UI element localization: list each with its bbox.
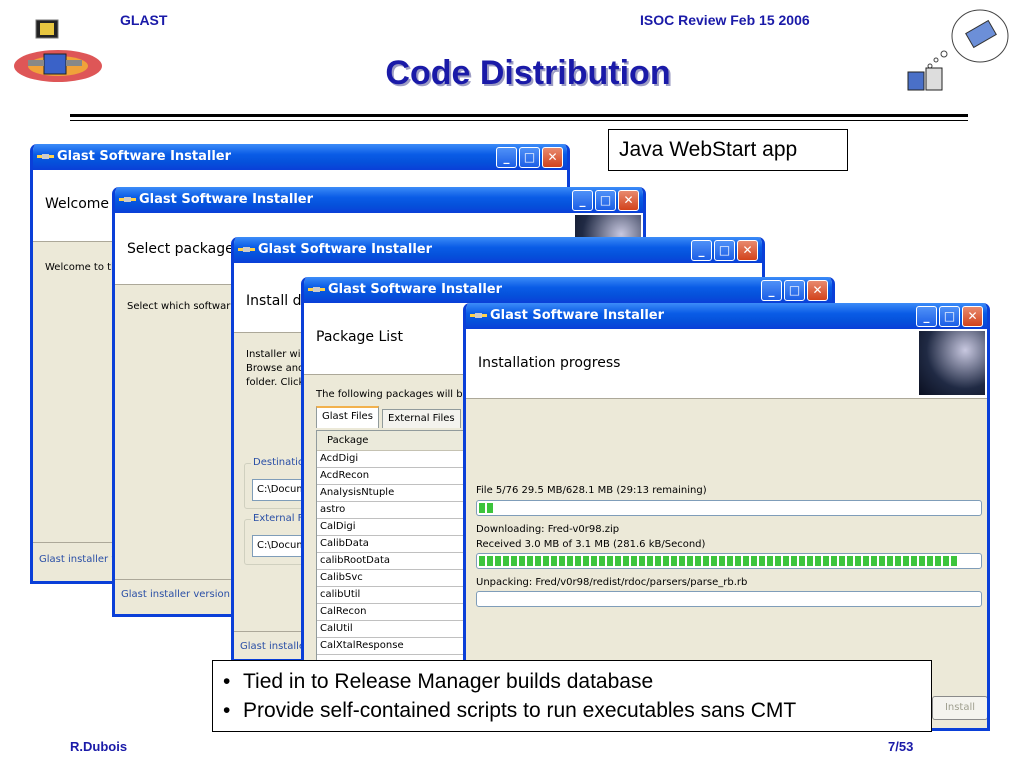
minimize-button[interactable]: _: [691, 240, 712, 261]
window-titlebar[interactable]: Glast Software Installer _ □ ✕: [466, 303, 987, 329]
download-progress-fill: [479, 556, 959, 566]
maximize-button[interactable]: □: [714, 240, 735, 261]
destination-legend: Destinatic: [251, 457, 306, 468]
close-button[interactable]: ✕: [618, 190, 639, 211]
close-button[interactable]: ✕: [807, 280, 828, 301]
glast-software-logo: [907, 9, 1009, 91]
window-title: Glast Software Installer: [139, 192, 314, 207]
maximize-button[interactable]: □: [784, 280, 805, 301]
satellite-icon: [308, 287, 325, 292]
minimize-button[interactable]: _: [916, 306, 937, 327]
window-titlebar[interactable]: Glast Software Installer _ □ ✕: [33, 144, 567, 170]
banner-heading: Install d: [246, 293, 302, 309]
minimize-button[interactable]: _: [496, 147, 517, 168]
installer-version: Glast installer version: [121, 589, 230, 600]
installer-version: Glast installe: [240, 641, 306, 652]
satellite-image: [919, 331, 985, 395]
close-button[interactable]: ✕: [737, 240, 758, 261]
banner-heading: Select package: [127, 241, 234, 257]
banner-heading: Installation progress: [478, 355, 621, 371]
install-text-2: Browse and: [246, 363, 305, 374]
install-button[interactable]: Install: [932, 696, 987, 720]
satellite-icon: [119, 197, 136, 202]
window-titlebar[interactable]: Glast Software Installer _ □ ✕: [234, 237, 762, 263]
external-legend: External F: [251, 513, 306, 524]
bullet-marker: •: [223, 699, 231, 722]
bullet-text: Tied in to Release Manager builds databa…: [243, 670, 654, 693]
window-title: Glast Software Installer: [57, 149, 232, 164]
satellite-icon: [238, 247, 255, 252]
bullet-box: • Tied in to Release Manager builds datab…: [212, 660, 932, 732]
tab-external-files[interactable]: External Files: [382, 409, 461, 428]
welcome-text: Welcome to tl: [45, 262, 114, 273]
maximize-button[interactable]: □: [939, 306, 960, 327]
received-status: Received 3.0 MB of 3.1 MB (281.6 kB/Seco…: [476, 539, 706, 550]
downloading-status: Downloading: Fred-v0r98.zip: [476, 524, 620, 535]
header-left: GLAST: [120, 12, 168, 28]
banner-heading: Package List: [316, 329, 403, 345]
tab-glast-files[interactable]: Glast Files: [316, 406, 379, 428]
installer-version: Glast installer v: [39, 554, 118, 565]
minimize-button[interactable]: _: [761, 280, 782, 301]
window-title: Glast Software Installer: [328, 282, 503, 297]
header-right: ISOC Review Feb 15 2006: [640, 12, 810, 28]
header-rule-thin: [70, 120, 968, 121]
maximize-button[interactable]: □: [519, 147, 540, 168]
close-button[interactable]: ✕: [962, 306, 983, 327]
window-title: Glast Software Installer: [258, 242, 433, 257]
package-intro: The following packages will be: [316, 389, 469, 400]
bullet-text: Provide self-contained scripts to run ex…: [243, 699, 797, 722]
select-text: Select which softwar: [127, 301, 231, 312]
file-progress-fill: [479, 503, 494, 513]
file-progress-bar: [476, 500, 982, 516]
bullet-item: • Provide self-contained scripts to run e…: [223, 696, 921, 725]
unpack-progress-bar: [476, 591, 982, 607]
download-progress-bar: [476, 553, 982, 569]
file-status: File 5/76 29.5 MB/628.1 MB (29:13 remain…: [476, 485, 707, 496]
close-button[interactable]: ✕: [542, 147, 563, 168]
satellite-icon: [470, 313, 487, 318]
window-banner: Installation progress: [466, 329, 987, 399]
bullet-marker: •: [223, 670, 231, 693]
install-text-3: folder. Click: [246, 377, 305, 388]
webstart-callout: Java WebStart app: [608, 129, 848, 171]
window-titlebar[interactable]: Glast Software Installer _ □ ✕: [115, 187, 643, 213]
minimize-button[interactable]: _: [572, 190, 593, 211]
header-rule: [70, 114, 968, 117]
bullet-item: • Tied in to Release Manager builds datab…: [223, 667, 921, 696]
footer-author: R.Dubois: [70, 739, 128, 754]
satellite-icon: [37, 154, 54, 159]
unpacking-status: Unpacking: Fred/v0r98/redist/rdoc/parser…: [476, 577, 748, 588]
install-text-1: Installer wil: [246, 349, 304, 360]
window-title: Glast Software Installer: [490, 308, 665, 323]
slide-title: Code Distribution: [385, 54, 671, 92]
banner-heading: Welcome: [45, 196, 110, 212]
footer-page-number: 7/53: [888, 739, 914, 754]
window-titlebar[interactable]: Glast Software Installer _ □ ✕: [304, 277, 832, 303]
maximize-button[interactable]: □: [595, 190, 616, 211]
